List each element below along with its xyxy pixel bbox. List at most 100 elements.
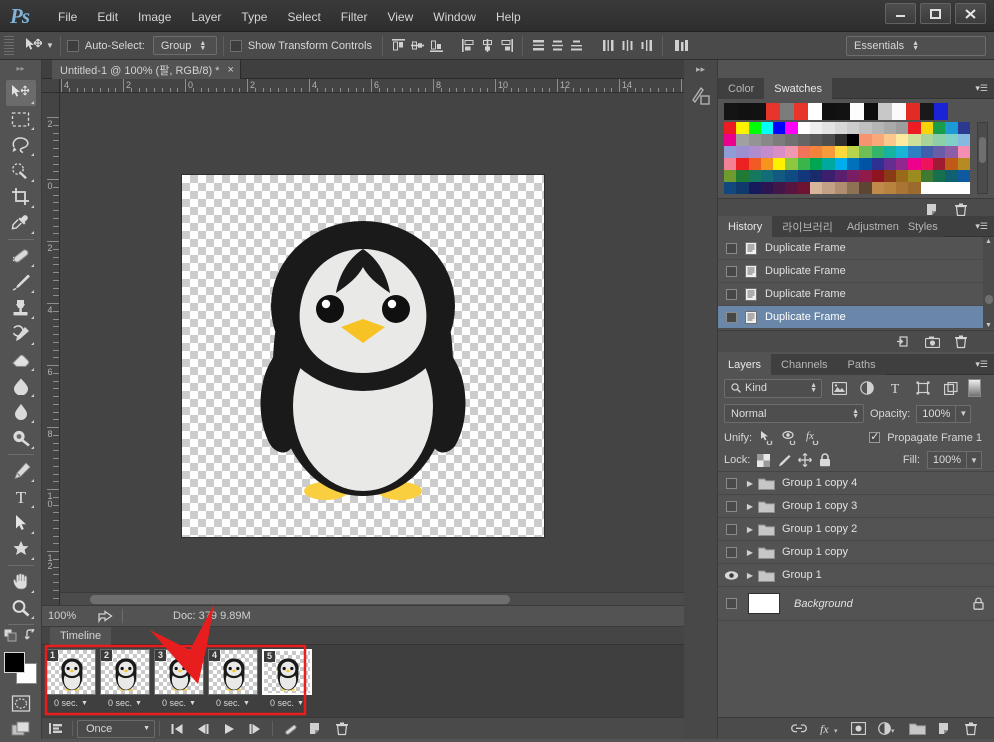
layer-row[interactable]: ▶ Group 1 (718, 564, 994, 587)
current-swatch[interactable] (822, 103, 836, 120)
vertical-ruler[interactable]: 202468101214 (42, 93, 60, 605)
current-swatch[interactable] (752, 103, 766, 120)
eyedropper-tool[interactable] (6, 210, 36, 236)
gradient-tool[interactable] (6, 373, 36, 399)
blend-mode-dropdown[interactable]: Normal ▲ ▼ (724, 404, 864, 423)
share-icon[interactable] (94, 609, 116, 623)
dock-collapse-strip[interactable]: ▸▸ (684, 60, 718, 739)
lock-position-icon[interactable] (798, 453, 813, 467)
swatch-cell[interactable] (846, 170, 860, 182)
swatch-cell[interactable] (896, 122, 909, 134)
fill-value[interactable]: 100% (927, 451, 967, 469)
distribute-bottom-edges-icon[interactable] (567, 36, 586, 55)
current-swatch[interactable] (794, 103, 808, 120)
blur-tool[interactable] (6, 399, 36, 425)
play-animation-button[interactable] (216, 719, 242, 739)
animation-frame[interactable]: 3 0 sec. ▼ (154, 649, 204, 711)
select-first-frame-button[interactable] (164, 719, 190, 739)
swatch-cell[interactable] (896, 170, 909, 182)
swatch-cell[interactable] (724, 182, 737, 194)
history-item[interactable]: Duplicate Frame (718, 283, 994, 306)
collapse-panels-icon[interactable]: ▸▸ (684, 60, 717, 75)
propagate-frame-checkbox[interactable] (869, 430, 881, 443)
frame-delay[interactable]: 0 sec. ▼ (154, 695, 204, 711)
swatch-cell[interactable] (773, 170, 786, 182)
options-bar-grip[interactable] (4, 35, 14, 56)
swatch-cell[interactable] (724, 158, 737, 170)
swatch-cell[interactable] (773, 146, 786, 158)
swatch-cell[interactable] (945, 182, 958, 194)
swatch-cell[interactable] (810, 170, 823, 182)
current-swatch[interactable] (724, 103, 738, 120)
chevron-down-icon[interactable]: ▼ (297, 700, 304, 707)
swatch-cell[interactable] (859, 182, 872, 194)
swatch-cell[interactable] (773, 158, 786, 170)
swatch-cell[interactable] (871, 158, 884, 170)
history-panel-menu-icon[interactable]: ▾☰ (975, 221, 988, 232)
swatch-cell[interactable] (748, 146, 761, 158)
tween-frames-button[interactable] (277, 719, 303, 739)
swatch-cell[interactable] (846, 146, 860, 158)
swatch-cell[interactable] (760, 122, 774, 134)
spot-healing-brush-tool[interactable] (6, 243, 36, 269)
swatch-cell[interactable] (957, 182, 970, 194)
layer-visibility-toggle[interactable] (718, 477, 744, 489)
swatch-cell[interactable] (945, 146, 958, 158)
menu-select[interactable]: Select (277, 8, 330, 26)
expand-group-chevron-right-icon[interactable]: ▶ (744, 479, 756, 488)
layer-thumbnail[interactable] (748, 593, 780, 614)
swatch-cell[interactable] (846, 182, 860, 194)
history-item-selected[interactable]: Duplicate Frame (718, 306, 994, 329)
layer-visibility-toggle[interactable] (718, 598, 744, 609)
path-selection-tool[interactable] (6, 510, 36, 536)
swatch-cell[interactable] (724, 122, 737, 134)
eraser-tool[interactable] (6, 347, 36, 373)
swatch-grid[interactable] (724, 122, 988, 194)
swatch-cell[interactable] (883, 170, 897, 182)
swatch-cell[interactable] (859, 134, 872, 146)
convert-to-video-timeline-button[interactable] (42, 719, 68, 739)
distribute-top-edges-icon[interactable] (529, 36, 548, 55)
switch-colors-icon[interactable] (24, 629, 38, 642)
swatch-cell[interactable] (834, 134, 847, 146)
swatch-cell[interactable] (920, 134, 934, 146)
swatch-cell[interactable] (736, 122, 749, 134)
swatch-cell[interactable] (785, 122, 798, 134)
opacity-value[interactable]: 100% (916, 404, 957, 423)
frame-thumbnail[interactable]: 3 (154, 649, 204, 695)
distribute-right-edges-icon[interactable] (637, 36, 656, 55)
swatch-cell[interactable] (785, 170, 798, 182)
scrollbar-thumb[interactable] (90, 595, 510, 604)
swatch-cell[interactable] (957, 158, 970, 170)
swatch-cell[interactable] (760, 158, 774, 170)
swatch-cell[interactable] (846, 122, 860, 134)
history-scrollbar[interactable]: ▲ ▼ (983, 237, 994, 329)
swatch-cell[interactable] (822, 146, 835, 158)
current-swatch[interactable] (836, 103, 850, 120)
swatch-cell[interactable] (920, 158, 934, 170)
tab-timeline[interactable]: Timeline (50, 627, 112, 645)
adjustments-strip-icon[interactable] (690, 85, 712, 107)
swatch-cell[interactable] (920, 182, 934, 194)
zoom-tool[interactable] (6, 595, 36, 621)
swatch-cell[interactable] (908, 170, 921, 182)
swatch-cell[interactable] (896, 158, 909, 170)
hand-tool[interactable] (6, 569, 36, 595)
rectangular-marquee-tool[interactable] (6, 106, 36, 132)
menu-window[interactable]: Window (423, 8, 486, 26)
auto-select-scope-dropdown[interactable]: Group ▲ ▼ (152, 36, 217, 55)
swatch-cell[interactable] (957, 134, 970, 146)
swatch-cell[interactable] (822, 158, 835, 170)
swatch-cell[interactable] (834, 122, 847, 134)
swatch-cell[interactable] (908, 134, 921, 146)
new-swatch-button[interactable] (926, 203, 940, 216)
expand-group-chevron-right-icon[interactable]: ▶ (744, 502, 756, 511)
crop-tool[interactable] (6, 184, 36, 210)
scrollbar-thumb[interactable] (979, 137, 986, 163)
swatch-cell[interactable] (957, 122, 970, 134)
swatch-cell[interactable] (724, 146, 737, 158)
swatch-cell[interactable] (908, 146, 921, 158)
swatch-cell[interactable] (724, 170, 737, 182)
swatch-cell[interactable] (920, 146, 934, 158)
unify-layer-visibility-icon[interactable] (782, 430, 798, 445)
